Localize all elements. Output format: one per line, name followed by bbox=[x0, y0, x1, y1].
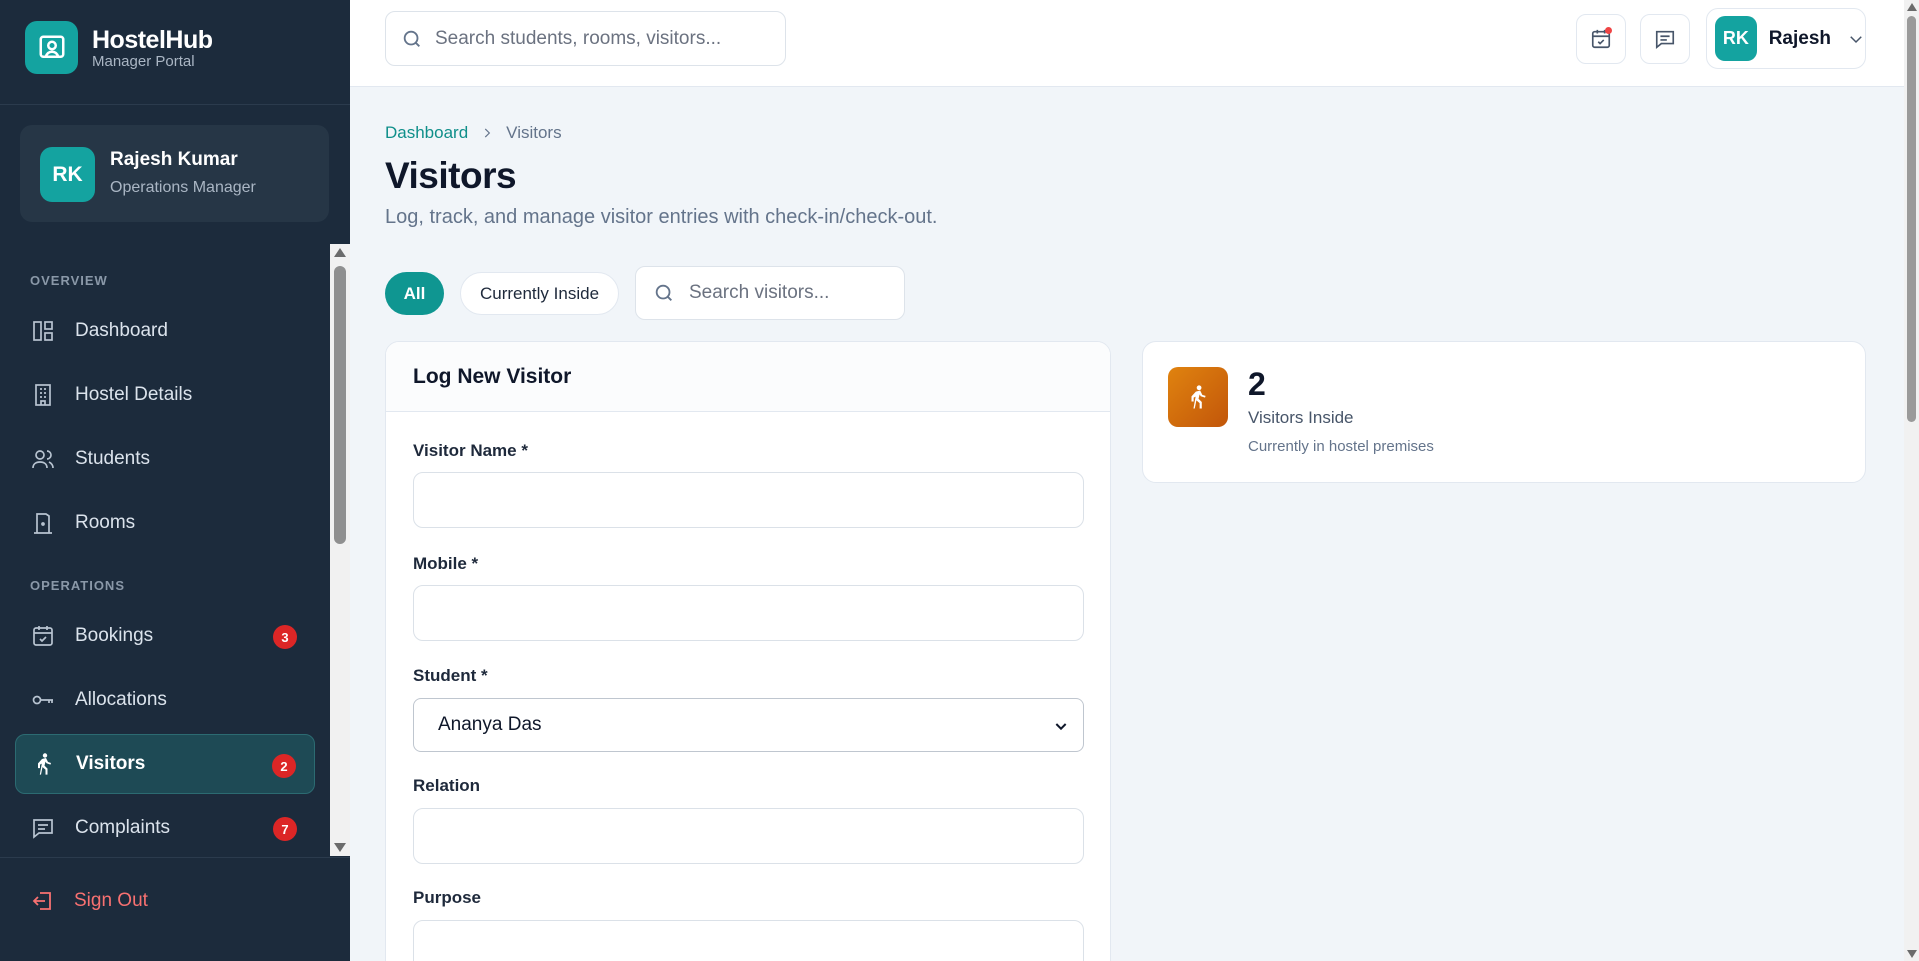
sidebar-item-label: Rooms bbox=[75, 512, 136, 533]
divider bbox=[0, 857, 350, 858]
sidebar-item-label: Students bbox=[75, 448, 150, 469]
users-icon bbox=[30, 446, 56, 472]
message-icon bbox=[1654, 28, 1676, 50]
filter-all-button[interactable]: All bbox=[385, 272, 444, 315]
scroll-down-icon[interactable] bbox=[1907, 950, 1917, 958]
sidebar-item-label: Complaints bbox=[75, 817, 171, 838]
sidebar-item-bookings[interactable]: Bookings 3 bbox=[15, 606, 315, 666]
avatar: RK bbox=[40, 147, 95, 202]
sidebar-item-label: Visitors bbox=[76, 753, 146, 774]
visitor-search-input[interactable] bbox=[689, 282, 889, 304]
sidebar-nav: OVERVIEW Dashboard Hostel Details Studen… bbox=[0, 244, 330, 856]
sidebar-scrollbar[interactable] bbox=[330, 244, 350, 856]
walking-icon bbox=[1168, 367, 1228, 427]
sign-out-icon bbox=[30, 888, 56, 914]
sidebar-item-label: Hostel Details bbox=[75, 384, 193, 405]
student-select[interactable]: Ananya Das bbox=[413, 698, 1084, 752]
profile-name: Rajesh bbox=[1768, 27, 1831, 49]
nav-section-operations: OPERATIONS bbox=[30, 578, 125, 593]
form-title: Log New Visitor bbox=[413, 364, 572, 388]
scrollbar-thumb[interactable] bbox=[334, 266, 346, 544]
breadcrumb-dashboard-link[interactable]: Dashboard bbox=[385, 123, 468, 143]
relation-label: Relation bbox=[413, 776, 481, 795]
complaints-badge: 7 bbox=[273, 817, 297, 841]
brand-header: HostelHub Manager Portal bbox=[0, 0, 350, 105]
purpose-field[interactable] bbox=[413, 920, 1084, 961]
user-name: Rajesh Kumar bbox=[110, 149, 238, 170]
sidebar-item-hostel-details[interactable]: Hostel Details bbox=[15, 365, 315, 425]
scroll-up-icon[interactable] bbox=[334, 248, 346, 257]
bookings-badge: 3 bbox=[273, 625, 297, 649]
visitors-badge: 2 bbox=[272, 754, 296, 778]
avatar: RK bbox=[1715, 16, 1757, 61]
scroll-down-icon[interactable] bbox=[334, 843, 346, 852]
visitor-search[interactable] bbox=[635, 266, 905, 320]
building-icon bbox=[30, 382, 56, 408]
visitors-inside-label: Visitors Inside bbox=[1248, 408, 1354, 427]
notification-dot bbox=[1605, 27, 1612, 34]
user-card: RK Rajesh Kumar Operations Manager bbox=[20, 125, 329, 222]
sign-out-button[interactable]: Sign Out bbox=[30, 888, 148, 914]
visitors-inside-card: 2 Visitors Inside Currently in hostel pr… bbox=[1142, 341, 1866, 483]
student-label: Student * bbox=[413, 666, 488, 685]
messages-button[interactable] bbox=[1640, 14, 1690, 64]
brand-logo-icon bbox=[25, 21, 78, 74]
sidebar-item-dashboard[interactable]: Dashboard bbox=[15, 301, 315, 361]
form-header: Log New Visitor bbox=[386, 342, 1110, 412]
chevron-right-icon bbox=[480, 126, 494, 140]
log-visitor-form: Log New Visitor Visitor Name * Mobile * … bbox=[385, 341, 1111, 961]
mobile-label: Mobile * bbox=[413, 554, 479, 573]
breadcrumb-current: Visitors bbox=[506, 123, 562, 142]
sidebar-item-allocations[interactable]: Allocations bbox=[15, 670, 315, 730]
calendar-button[interactable] bbox=[1576, 14, 1626, 64]
profile-menu-button[interactable]: RK Rajesh bbox=[1706, 8, 1866, 69]
visitor-name-field[interactable] bbox=[413, 472, 1084, 528]
scroll-up-icon[interactable] bbox=[1907, 3, 1917, 11]
message-icon bbox=[30, 815, 56, 841]
sidebar-item-label: Allocations bbox=[75, 689, 167, 710]
breadcrumb: Dashboard Visitors bbox=[385, 123, 562, 143]
page-subtitle: Log, track, and manage visitor entries w… bbox=[385, 206, 938, 228]
chevron-down-icon bbox=[1053, 718, 1069, 734]
relation-field[interactable] bbox=[413, 808, 1084, 864]
search-icon bbox=[653, 282, 675, 304]
visitors-inside-note: Currently in hostel premises bbox=[1248, 438, 1434, 455]
sidebar: HostelHub Manager Portal RK Rajesh Kumar… bbox=[0, 0, 350, 961]
brand-subtitle: Manager Portal bbox=[92, 53, 195, 70]
sidebar-item-rooms[interactable]: Rooms bbox=[15, 493, 315, 553]
walking-icon bbox=[31, 751, 57, 777]
nav-section-overview: OVERVIEW bbox=[30, 273, 108, 288]
key-icon bbox=[30, 687, 56, 713]
student-selected-value: Ananya Das bbox=[438, 714, 542, 735]
sign-out-label: Sign Out bbox=[74, 890, 148, 911]
dashboard-icon bbox=[30, 318, 56, 344]
sidebar-item-label: Bookings bbox=[75, 625, 154, 646]
search-icon bbox=[401, 28, 423, 50]
user-role: Operations Manager bbox=[110, 179, 256, 196]
sidebar-item-visitors[interactable]: Visitors 2 bbox=[15, 734, 315, 794]
visitor-name-label: Visitor Name * bbox=[413, 441, 528, 460]
calendar-check-icon bbox=[30, 623, 56, 649]
top-header: RK Rajesh bbox=[350, 0, 1904, 87]
visitors-inside-count: 2 bbox=[1248, 366, 1266, 402]
chevron-down-icon bbox=[1847, 30, 1865, 48]
page-title: Visitors bbox=[385, 155, 517, 196]
door-icon bbox=[30, 510, 56, 536]
global-search[interactable] bbox=[385, 11, 786, 66]
sidebar-item-complaints[interactable]: Complaints 7 bbox=[15, 798, 315, 856]
page-scrollbar[interactable] bbox=[1904, 0, 1919, 961]
filter-currently-inside-button[interactable]: Currently Inside bbox=[460, 272, 619, 315]
purpose-label: Purpose bbox=[413, 888, 482, 907]
sidebar-item-students[interactable]: Students bbox=[15, 429, 315, 489]
scrollbar-thumb[interactable] bbox=[1907, 16, 1916, 422]
brand-name: HostelHub bbox=[92, 26, 213, 54]
mobile-field[interactable] bbox=[413, 585, 1084, 641]
sidebar-item-label: Dashboard bbox=[75, 320, 168, 341]
search-input[interactable] bbox=[435, 27, 755, 50]
